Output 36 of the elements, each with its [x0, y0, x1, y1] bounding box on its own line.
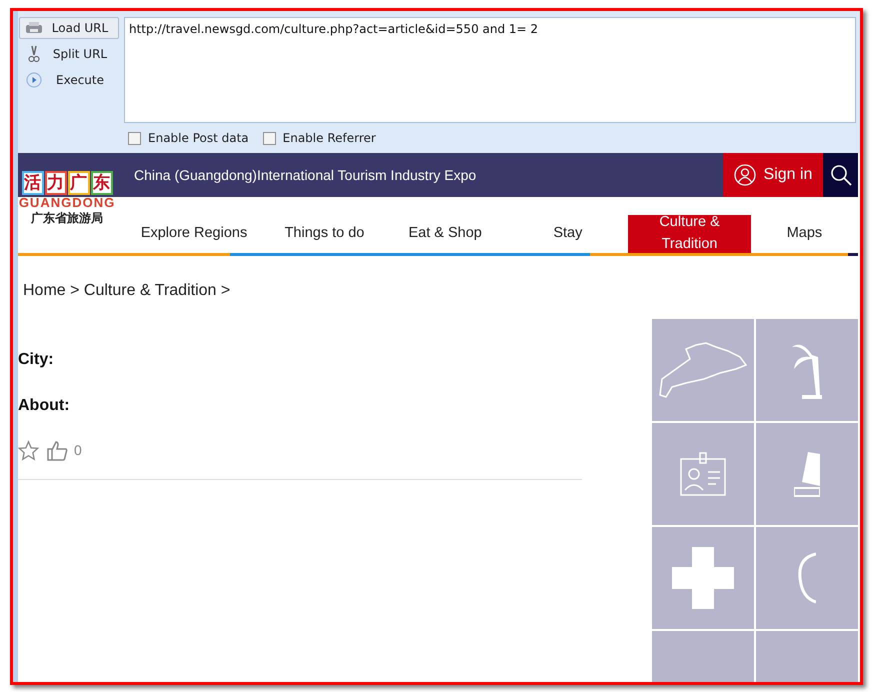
printer-icon: [25, 21, 43, 35]
checkbox-option[interactable]: Enable Referrer: [262, 129, 376, 147]
id-badge-icon: [680, 452, 726, 496]
star-icon[interactable]: [18, 440, 39, 461]
category-tile[interactable]: [756, 527, 858, 629]
header-title: China (Guangdong)International Tourism Industry Expo: [134, 166, 478, 185]
scissors-icon: [28, 45, 40, 63]
sign-in-button[interactable]: Sign in: [723, 153, 823, 197]
logo: 活力广东 GUANGDONG 广东省旅游局: [20, 171, 114, 227]
toolbar-button[interactable]: Execute: [19, 69, 119, 91]
nav-tab[interactable]: Eat & Shop: [382, 215, 508, 253]
nav-tab[interactable]: Explore Regions: [122, 215, 266, 253]
category-tile[interactable]: [756, 423, 858, 525]
field-label: City:: [18, 350, 55, 370]
search-icon: [830, 164, 852, 186]
books-icon: [794, 450, 820, 498]
toolbar-button[interactable]: Split URL: [19, 43, 119, 65]
field-label: About:: [18, 396, 71, 416]
nav-tab[interactable]: Maps: [750, 215, 858, 253]
toolbar-button[interactable]: Load URL: [19, 17, 119, 39]
nav-tab[interactable]: Stay: [508, 215, 628, 253]
nav-tab[interactable]: Things to do: [266, 215, 383, 253]
category-tile[interactable]: [652, 527, 754, 629]
user-icon: [734, 164, 756, 186]
like-count: 0: [74, 441, 82, 460]
play-icon: [26, 72, 42, 88]
category-tile[interactable]: [652, 423, 754, 525]
category-tile[interactable]: [756, 319, 858, 421]
url-field[interactable]: http://travel.newsgd.com/culture.php?act=article&id=550 and 1= 2: [124, 17, 856, 123]
category-tile[interactable]: [652, 319, 754, 421]
thumbs-up-icon[interactable]: [47, 440, 68, 460]
checkbox-option[interactable]: Enable Post data: [128, 129, 249, 147]
breadcrumb: Home > Culture & Tradition >: [23, 281, 232, 301]
nav-tab[interactable]: Culture & Tradition: [628, 215, 751, 253]
cross-icon: [672, 547, 734, 609]
search-button[interactable]: [823, 153, 858, 197]
